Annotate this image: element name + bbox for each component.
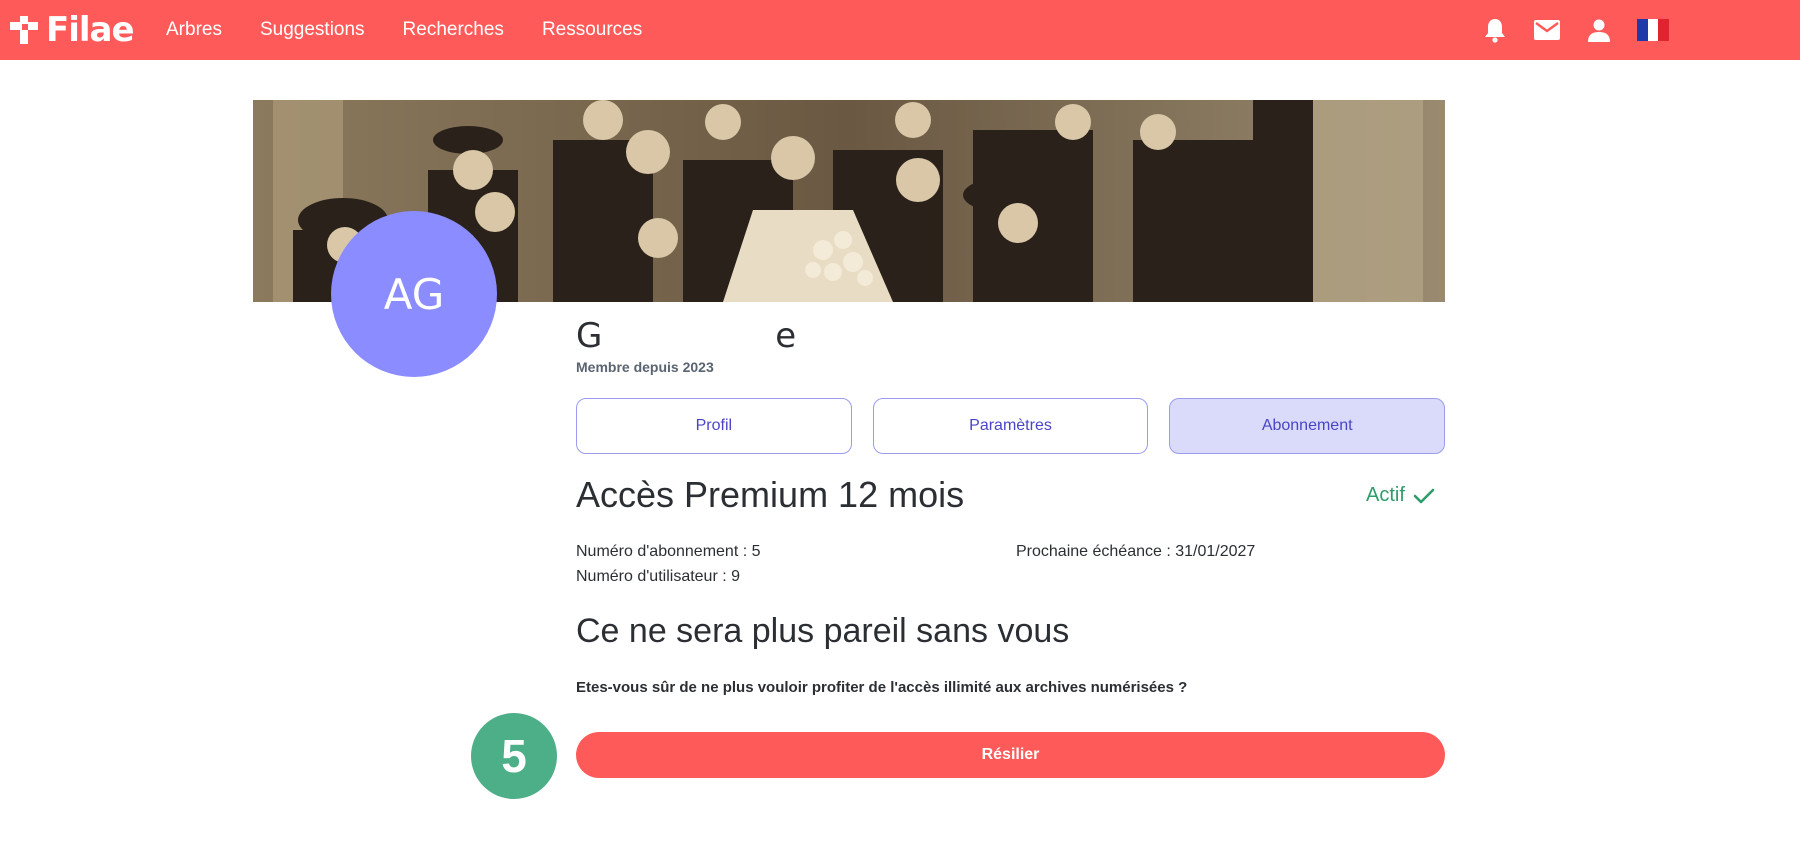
avatar: AG (331, 211, 497, 377)
profile-tabs: Profil Paramètres Abonnement (576, 398, 1446, 454)
user-number: Numéro d'utilisateur : 9 (576, 568, 741, 585)
filae-logo-icon (10, 16, 38, 44)
tab-abonnement[interactable]: Abonnement (1169, 398, 1446, 454)
next-due-date: Prochaine échéance : 31/01/2027 (1016, 543, 1256, 560)
step-number-badge: 5 (471, 713, 557, 799)
profile-name-start: G (576, 316, 603, 356)
flag-fr-icon[interactable] (1637, 19, 1669, 41)
status-label: Actif (1366, 484, 1405, 506)
main-nav: Arbres Suggestions Recherches Ressources (166, 0, 642, 60)
cancel-heading: Ce ne sera plus pareil sans vous (576, 612, 1070, 650)
tab-parametres[interactable]: Paramètres (872, 398, 1149, 454)
profile-name: G e (576, 316, 796, 356)
mail-icon[interactable] (1533, 19, 1561, 41)
tab-profil[interactable]: Profil (576, 398, 852, 454)
profile-name-end: e (775, 316, 797, 356)
filae-logo[interactable]: Filae (6, 10, 135, 50)
cancel-question: Etes-vous sûr de ne plus vouloir profite… (576, 679, 1188, 696)
top-navbar: Filae Arbres Suggestions Recherches Ress… (0, 0, 1800, 60)
status-badge: Actif (1366, 484, 1435, 507)
nav-item-ressources[interactable]: Ressources (542, 19, 642, 41)
nav-item-arbres[interactable]: Arbres (166, 19, 222, 41)
subscription-title: Accès Premium 12 mois (576, 474, 965, 515)
subscription-number: Numéro d'abonnement : 5 (576, 543, 761, 560)
bell-icon[interactable] (1483, 17, 1507, 43)
nav-item-suggestions[interactable]: Suggestions (260, 19, 365, 41)
member-since-text: Membre depuis 2023 (576, 359, 714, 375)
checkmark-icon (1413, 488, 1435, 503)
avatar-initials: AG (383, 269, 445, 319)
nav-icon-group (1483, 0, 1669, 60)
nav-item-recherches[interactable]: Recherches (403, 19, 504, 41)
resilier-button[interactable]: Résilier (576, 732, 1445, 778)
user-icon[interactable] (1587, 18, 1611, 42)
brand-name: Filae (46, 10, 135, 50)
